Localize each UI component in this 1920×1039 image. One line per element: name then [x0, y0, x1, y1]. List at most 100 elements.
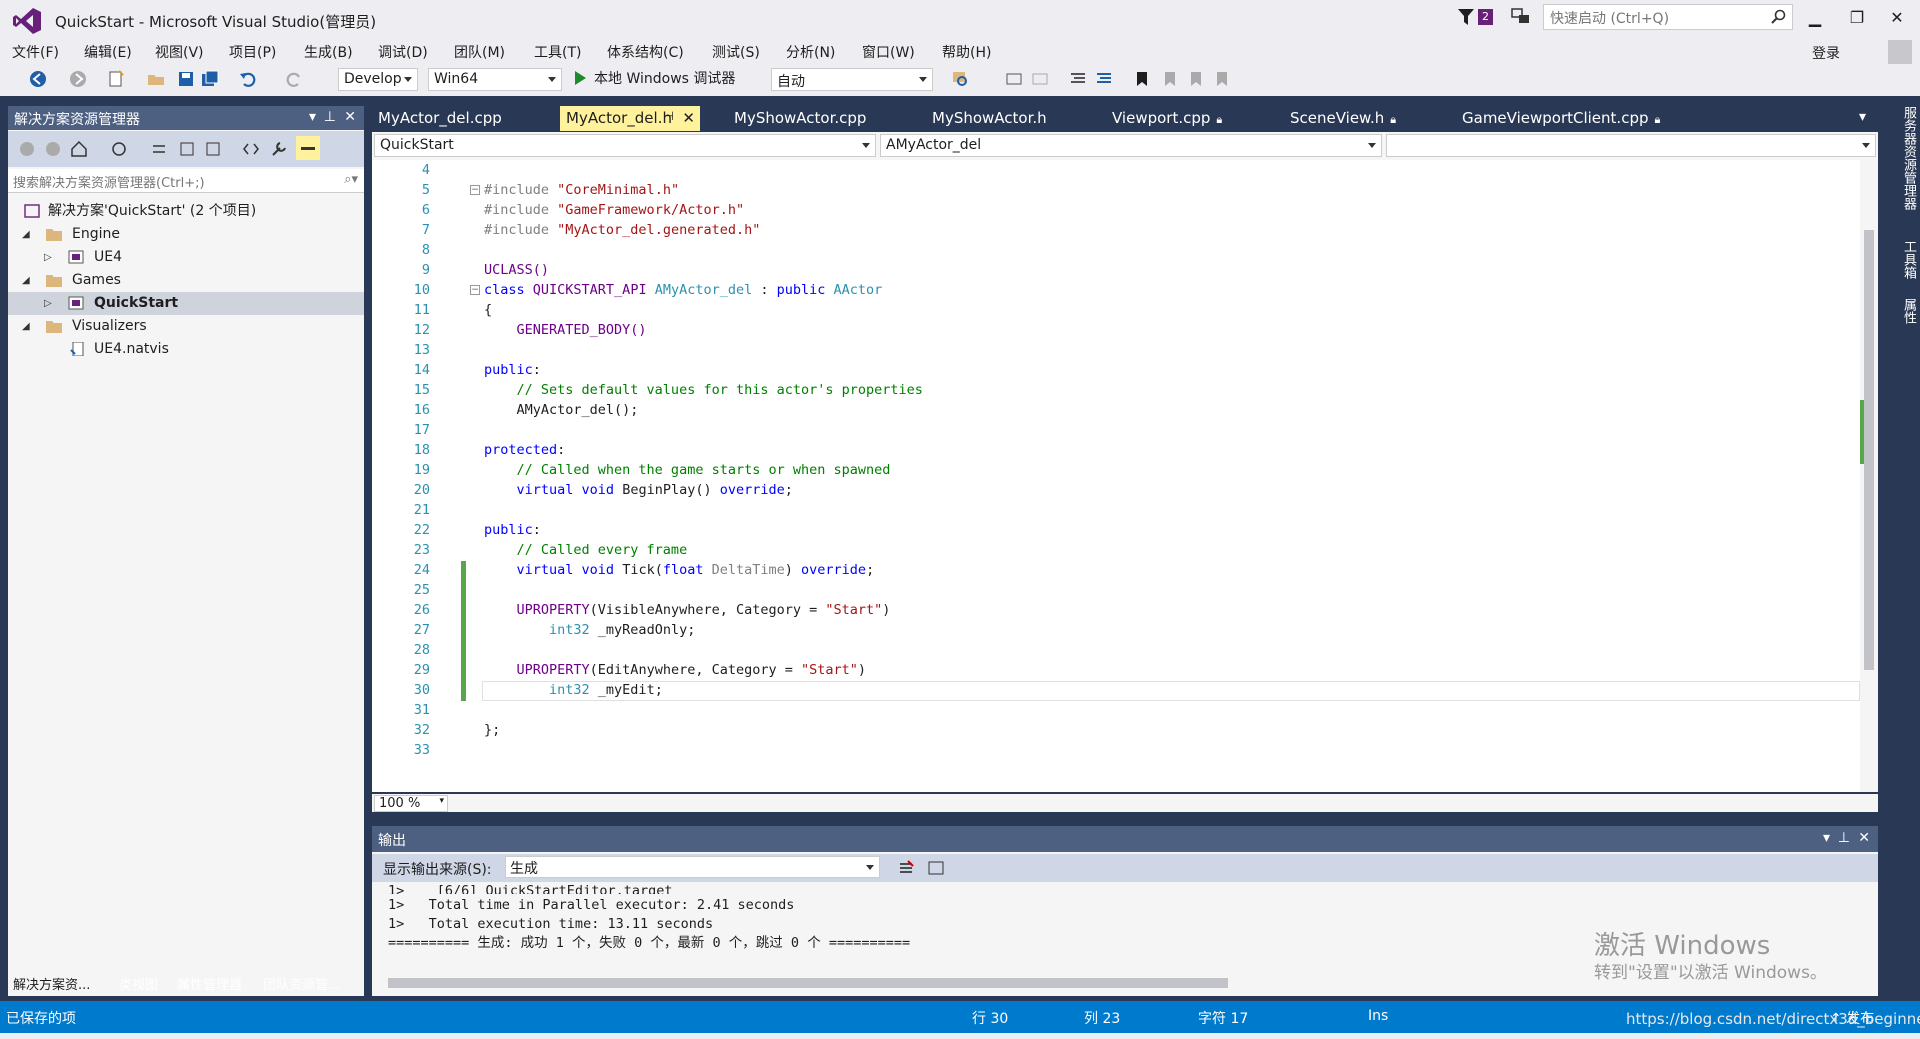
show-all-files-icon[interactable] [204, 140, 222, 158]
forward-icon[interactable] [44, 140, 62, 158]
step-icon[interactable] [1004, 69, 1024, 89]
collapse-icon[interactable]: − [470, 185, 480, 195]
toolbox-side-tab[interactable]: 工具箱 [1898, 240, 1918, 279]
pin-icon[interactable]: ⊥ [1838, 830, 1850, 846]
bookmark-icon[interactable] [1132, 69, 1152, 89]
pin-icon[interactable]: ⊥ [324, 109, 336, 125]
save-icon[interactable] [176, 69, 196, 89]
comment-out-icon[interactable] [1068, 69, 1088, 89]
navigate-back-icon[interactable] [28, 69, 48, 89]
next-bookmark-icon[interactable] [1186, 69, 1206, 89]
navigate-forward-icon[interactable] [68, 69, 88, 89]
expand-arrow-icon[interactable]: ▷ [44, 246, 52, 269]
menu-file[interactable]: 文件(F) [12, 42, 59, 62]
close-icon[interactable]: ✕ [1858, 830, 1870, 846]
new-project-icon[interactable] [106, 69, 126, 89]
properties-side-tab[interactable]: 属性 [1898, 298, 1918, 324]
panel-menu-icon[interactable]: ▾ [1823, 830, 1830, 846]
quick-launch-input[interactable]: 快速启动 (Ctrl+Q) [1543, 4, 1793, 30]
tab-myshowactor-cpp[interactable]: MyShowActor.cpp [728, 106, 872, 131]
tree-item-solution[interactable]: 解决方案'QuickStart' (2 个项目) [8, 200, 364, 223]
clear-bookmarks-icon[interactable] [1212, 69, 1232, 89]
tab-overflow-icon[interactable]: ▾ [1859, 109, 1866, 125]
tab-gameviewportclient-cpp[interactable]: GameViewportClient.cpp 🔒︎ [1456, 106, 1666, 131]
menu-build[interactable]: 生成(B) [304, 42, 353, 62]
editor-vertical-scrollbar[interactable] [1860, 160, 1878, 792]
close-tab-icon[interactable]: ✕ [682, 109, 695, 127]
menu-help[interactable]: 帮助(H) [942, 42, 991, 62]
notifications-button[interactable]: 2 [1458, 6, 1500, 30]
menu-tools[interactable]: 工具(T) [534, 42, 581, 62]
debugger-mode-dropdown[interactable]: 自动 [771, 68, 933, 91]
member-dropdown[interactable] [1386, 134, 1876, 157]
tab-team-explorer[interactable]: 团队资源管... [258, 971, 345, 995]
undo-icon[interactable] [238, 69, 258, 89]
tab-sceneview-h[interactable]: SceneView.h 🔒︎ [1284, 106, 1402, 131]
previous-bookmark-icon[interactable] [1160, 69, 1180, 89]
maximize-button[interactable]: ❐ [1842, 6, 1872, 30]
tab-viewport-cpp[interactable]: Viewport.cpp 🔒︎ [1106, 106, 1228, 131]
tree-item-engine[interactable]: ◢ Engine [8, 223, 364, 246]
scroll-thumb[interactable] [1864, 230, 1874, 670]
start-debugging-button[interactable]: 本地 Windows 调试器 [575, 68, 735, 90]
menu-analyze[interactable]: 分析(N) [786, 42, 835, 62]
menu-project[interactable]: 项目(P) [229, 42, 276, 62]
menu-debug[interactable]: 调试(D) [378, 42, 428, 62]
output-vertical-scrollbar[interactable] [1860, 882, 1876, 978]
menu-test[interactable]: 测试(S) [712, 42, 760, 62]
configuration-dropdown[interactable]: Develop [338, 68, 418, 91]
redo-icon[interactable] [284, 69, 304, 89]
uncomment-icon[interactable] [1094, 69, 1114, 89]
expand-arrow-icon[interactable]: ◢ [22, 269, 30, 292]
expand-arrow-icon[interactable]: ▷ [44, 292, 52, 315]
output-source-dropdown[interactable]: 生成 [505, 856, 880, 878]
tab-solution-explorer[interactable]: 解决方案资... [8, 971, 96, 995]
menu-window[interactable]: 窗口(W) [862, 42, 915, 62]
zoom-dropdown[interactable]: 100 % ▾ [374, 795, 448, 812]
menu-view[interactable]: 视图(V) [155, 42, 204, 62]
tree-item-games[interactable]: ◢ Games [8, 269, 364, 292]
tree-item-quickstart[interactable]: ▷ QuickStart [8, 292, 364, 315]
tab-myactor-del-h[interactable]: MyActor_del.h ⊣ ✕ [560, 106, 700, 131]
minimize-button[interactable]: ▁ [1800, 6, 1830, 30]
project-dropdown[interactable]: QuickStart [374, 134, 876, 157]
collapse-icon[interactable]: − [470, 285, 480, 295]
tree-item-ue4-natvis[interactable]: UE4.natvis [8, 338, 364, 361]
panel-menu-icon[interactable]: ▾ [309, 109, 316, 125]
editor-horizontal-scrollbar[interactable] [372, 794, 1878, 812]
properties-wrench-icon[interactable] [270, 140, 288, 158]
tab-myactor-del-cpp[interactable]: MyActor_del.cpp [372, 106, 508, 131]
tab-class-view[interactable]: 类视图 [114, 971, 163, 995]
clear-all-icon[interactable] [898, 860, 914, 876]
word-wrap-icon[interactable] [928, 860, 944, 876]
close-icon[interactable]: ✕ [344, 109, 356, 125]
view-code-icon[interactable] [242, 140, 260, 158]
output-horizontal-scroll-thumb[interactable] [388, 978, 1228, 988]
tab-myshowactor-h[interactable]: MyShowActor.h [926, 106, 1053, 131]
pending-changes-icon[interactable] [110, 140, 128, 158]
menu-edit[interactable]: 编辑(E) [84, 42, 132, 62]
sign-in-link[interactable]: 登录 [1812, 43, 1840, 63]
platform-dropdown[interactable]: Win64 [428, 68, 562, 91]
tree-item-visualizers[interactable]: ◢ Visualizers [8, 315, 364, 338]
preview-selected-icon[interactable] [296, 136, 320, 160]
pin-tab-icon[interactable]: ⊣ [664, 109, 674, 123]
server-explorer-side-tab[interactable]: 服务器资源管理器 [1898, 106, 1918, 210]
layout-icon[interactable] [1030, 69, 1050, 89]
feedback-icon[interactable] [1510, 6, 1532, 28]
collapse-all-icon[interactable] [178, 140, 196, 158]
save-all-icon[interactable] [200, 69, 220, 89]
find-icon[interactable] [950, 69, 970, 89]
avatar[interactable] [1888, 40, 1912, 64]
back-icon[interactable] [18, 140, 36, 158]
tab-property-manager[interactable]: 属性管理器 [172, 971, 247, 995]
solution-explorer-search-input[interactable]: 搜索解决方案资源管理器(Ctrl+;) ⌕▾ [8, 169, 364, 193]
sync-icon[interactable] [150, 140, 168, 158]
menu-team[interactable]: 团队(M) [454, 42, 505, 62]
tree-item-ue4[interactable]: ▷ UE4 [8, 246, 364, 269]
scope-dropdown[interactable]: AMyActor_del [880, 134, 1382, 157]
open-file-icon[interactable] [146, 69, 166, 89]
close-window-button[interactable]: ✕ [1882, 6, 1912, 30]
expand-arrow-icon[interactable]: ◢ [22, 315, 30, 338]
menu-architecture[interactable]: 体系结构(C) [607, 42, 684, 62]
